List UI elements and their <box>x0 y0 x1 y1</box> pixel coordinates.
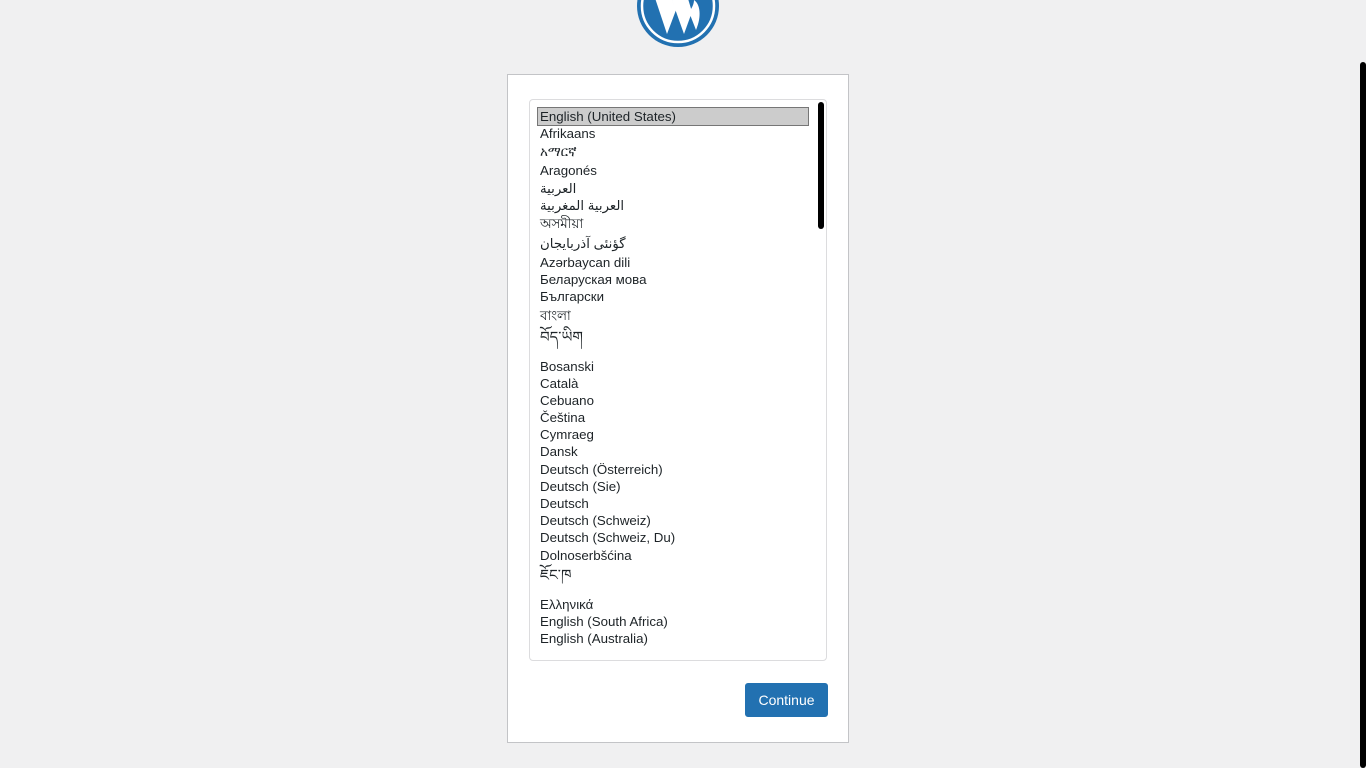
language-option[interactable]: Deutsch (Schweiz) <box>538 512 808 529</box>
page-scrollbar-thumb[interactable] <box>1360 62 1366 768</box>
language-option[interactable]: Ελληνικά <box>538 596 808 613</box>
language-option[interactable]: گؤنئی آذربایجان <box>538 234 808 254</box>
language-option[interactable]: Cymraeg <box>538 426 808 443</box>
language-option[interactable]: العربية <box>538 180 808 197</box>
language-option[interactable]: Bosanski <box>538 358 808 375</box>
language-option[interactable]: Deutsch (Österreich) <box>538 461 808 478</box>
language-option[interactable]: አማርኛ <box>538 142 808 162</box>
continue-button[interactable]: Continue <box>745 683 828 717</box>
language-option[interactable]: Dansk <box>538 443 808 460</box>
language-option[interactable]: Català <box>538 375 808 392</box>
wordpress-install-page: English (United States) Afrikaans አማርኛ Arag… <box>0 0 1366 768</box>
language-option[interactable]: Azərbaycan dili <box>538 254 808 271</box>
language-option[interactable]: Čeština <box>538 409 808 426</box>
language-option[interactable]: العربية المغربية <box>538 197 808 214</box>
language-option[interactable]: Deutsch (Sie) <box>538 478 808 495</box>
language-option[interactable]: Deutsch <box>538 495 808 512</box>
language-option[interactable]: English (United States) <box>537 106 809 127</box>
language-option[interactable]: Dolnoserbšćina <box>538 547 808 564</box>
language-option[interactable]: Deutsch (Schweiz, Du) <box>538 529 808 546</box>
language-setup-card: English (United States) Afrikaans አማርኛ Arag… <box>507 74 849 743</box>
language-option[interactable]: Aragonés <box>538 162 808 179</box>
language-select-list[interactable]: English (United States) Afrikaans አማርኛ Arag… <box>529 99 827 661</box>
language-option[interactable]: Afrikaans <box>538 125 808 142</box>
language-option[interactable]: Cebuano <box>538 392 808 409</box>
language-option[interactable]: ཇོང་ཁ <box>538 564 808 596</box>
language-option[interactable]: བོད་ཡིག <box>538 326 808 358</box>
language-options: English (United States) Afrikaans አማርኛ Arag… <box>537 106 809 647</box>
language-list-scrollbar-thumb[interactable] <box>818 102 824 229</box>
language-option[interactable]: বাংলা <box>538 306 808 326</box>
language-option[interactable]: Беларуская мова <box>538 271 808 288</box>
language-option[interactable]: Български <box>538 288 808 305</box>
language-option[interactable]: English (Australia) <box>538 630 808 647</box>
wordpress-logo-icon[interactable] <box>636 0 720 48</box>
language-option[interactable]: অসমীয়া <box>538 214 808 234</box>
language-option[interactable]: English (South Africa) <box>538 613 808 630</box>
page-scrollbar[interactable] <box>1356 0 1366 768</box>
